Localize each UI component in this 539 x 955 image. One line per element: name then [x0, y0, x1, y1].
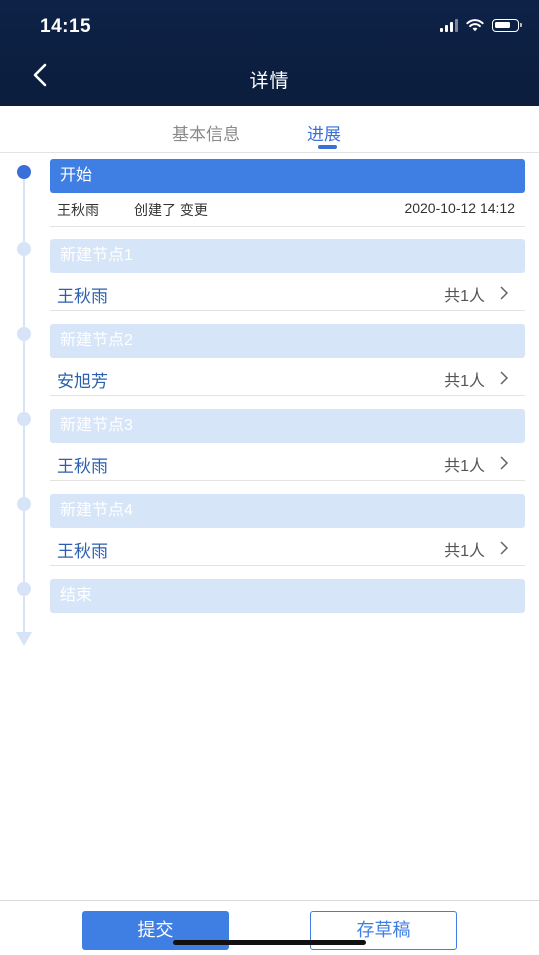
header: 14:15 详情 [0, 0, 539, 106]
node-4-person: 王秋雨 [57, 542, 108, 561]
timeline-dot-end [17, 582, 31, 596]
chevron-right-icon [500, 286, 509, 300]
timeline-dot-node4 [17, 497, 31, 511]
timeline-dot-node1 [17, 242, 31, 256]
node-3-person: 王秋雨 [57, 457, 108, 476]
node-4-row[interactable]: 王秋雨 共1人 [50, 528, 525, 566]
node-1-count: 共1人 [444, 288, 485, 305]
start-detail-row: 王秋雨 创建了 变更 2020-10-12 14:12 [50, 193, 525, 227]
signal-icon [440, 18, 458, 32]
timeline-dot-node2 [17, 327, 31, 341]
status-time: 14:15 [40, 16, 92, 37]
node-3-row[interactable]: 王秋雨 共1人 [50, 443, 525, 481]
battery-icon [492, 18, 522, 32]
start-time: 2020-10-12 14:12 [404, 200, 515, 216]
node-1-header: 新建节点1 [50, 239, 525, 273]
start-user: 王秋雨 [57, 202, 99, 218]
node-1-person: 王秋雨 [57, 287, 108, 306]
node-start-header: 开始 [50, 159, 525, 193]
node-2-count: 共1人 [444, 373, 485, 390]
tab-active-indicator [318, 145, 337, 149]
node-2-header: 新建节点2 [50, 324, 525, 358]
node-4-header: 新建节点4 [50, 494, 525, 528]
home-indicator[interactable] [173, 940, 366, 945]
node-3-header: 新建节点3 [50, 409, 525, 443]
node-2-row[interactable]: 安旭芳 共1人 [50, 358, 525, 396]
start-action: 创建了 变更 [134, 202, 208, 218]
wifi-icon [466, 19, 484, 32]
node-2-person: 安旭芳 [57, 372, 108, 391]
node-3-count: 共1人 [444, 458, 485, 475]
tab-bar: 基本信息 进展 [0, 106, 539, 153]
node-4-count: 共1人 [444, 543, 485, 560]
chevron-right-icon [500, 371, 509, 385]
node-1-row[interactable]: 王秋雨 共1人 [50, 273, 525, 311]
chevron-right-icon [500, 456, 509, 470]
page-title: 详情 [249, 71, 290, 92]
timeline-dot-start [17, 165, 31, 179]
timeline-arrow-icon [16, 632, 32, 646]
bottom-action-bar: 提交 存草稿 [0, 900, 539, 955]
node-end-header: 结束 [50, 579, 525, 613]
tab-progress[interactable]: 进展 [307, 120, 341, 145]
chevron-right-icon [500, 541, 509, 555]
timeline-dot-node3 [17, 412, 31, 426]
tab-basic-info[interactable]: 基本信息 [172, 120, 240, 145]
status-icons [440, 18, 522, 32]
